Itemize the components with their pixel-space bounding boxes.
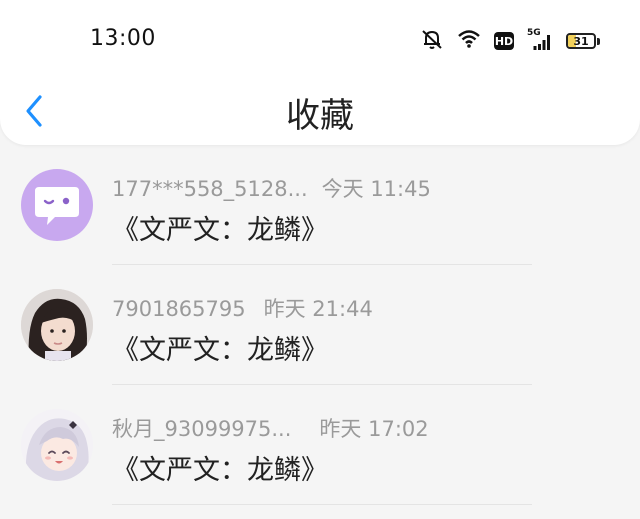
list-item[interactable]: 177***558_5128... 今天 11:45 《文严文：龙鳞》 xyxy=(0,145,640,265)
timestamp: 昨天 17:02 xyxy=(319,417,429,441)
author-name[interactable]: 177***558_5128... xyxy=(112,177,308,201)
status-icons: HD 5G 31 xyxy=(407,28,600,54)
item-meta: 7901865795 昨天 21:44 xyxy=(112,293,373,323)
hd-badge: HD xyxy=(494,32,514,50)
battery-indicator: 31 xyxy=(566,33,600,49)
chat-bubble-avatar xyxy=(21,169,93,241)
wifi-icon xyxy=(457,29,481,53)
signal-icon: 5G xyxy=(527,28,553,51)
author-name[interactable]: 7901865795 xyxy=(112,297,246,321)
list-item[interactable]: 秋月_93099975... 昨天 17:02 《文严文：龙鳞》 xyxy=(0,385,640,505)
list-item[interactable]: 7901865795 昨天 21:44 《文严文：龙鳞》 xyxy=(0,265,640,385)
bell-muted-icon xyxy=(420,28,444,54)
divider xyxy=(112,504,532,505)
item-title[interactable]: 《文严文：龙鳞》 xyxy=(112,328,328,367)
item-title[interactable]: 《文严文：龙鳞》 xyxy=(112,208,328,247)
item-meta: 秋月_93099975... 昨天 17:02 xyxy=(112,413,429,443)
anime-character-icon xyxy=(21,409,93,481)
favorites-list: 177***558_5128... 今天 11:45 《文严文：龙鳞》 79018… xyxy=(0,145,640,505)
girl-photo-avatar xyxy=(21,289,93,361)
battery-icon: 31 xyxy=(566,33,596,49)
status-time: 13:00 xyxy=(90,26,156,51)
battery-cap xyxy=(597,37,600,45)
item-title[interactable]: 《文严文：龙鳞》 xyxy=(112,448,328,487)
header-card: 13:00 HD 5G 31 收藏 xyxy=(0,0,640,145)
timestamp: 昨天 21:44 xyxy=(263,297,373,321)
page-title: 收藏 xyxy=(286,96,354,136)
author-name[interactable]: 秋月_93099975... xyxy=(112,417,291,441)
chat-bubble-icon xyxy=(35,187,79,225)
timestamp: 今天 11:45 xyxy=(321,177,431,201)
person-photo-icon xyxy=(21,289,93,361)
anime-girl-avatar xyxy=(21,409,93,481)
battery-level: 31 xyxy=(573,34,589,48)
item-meta: 177***558_5128... 今天 11:45 xyxy=(112,173,431,203)
